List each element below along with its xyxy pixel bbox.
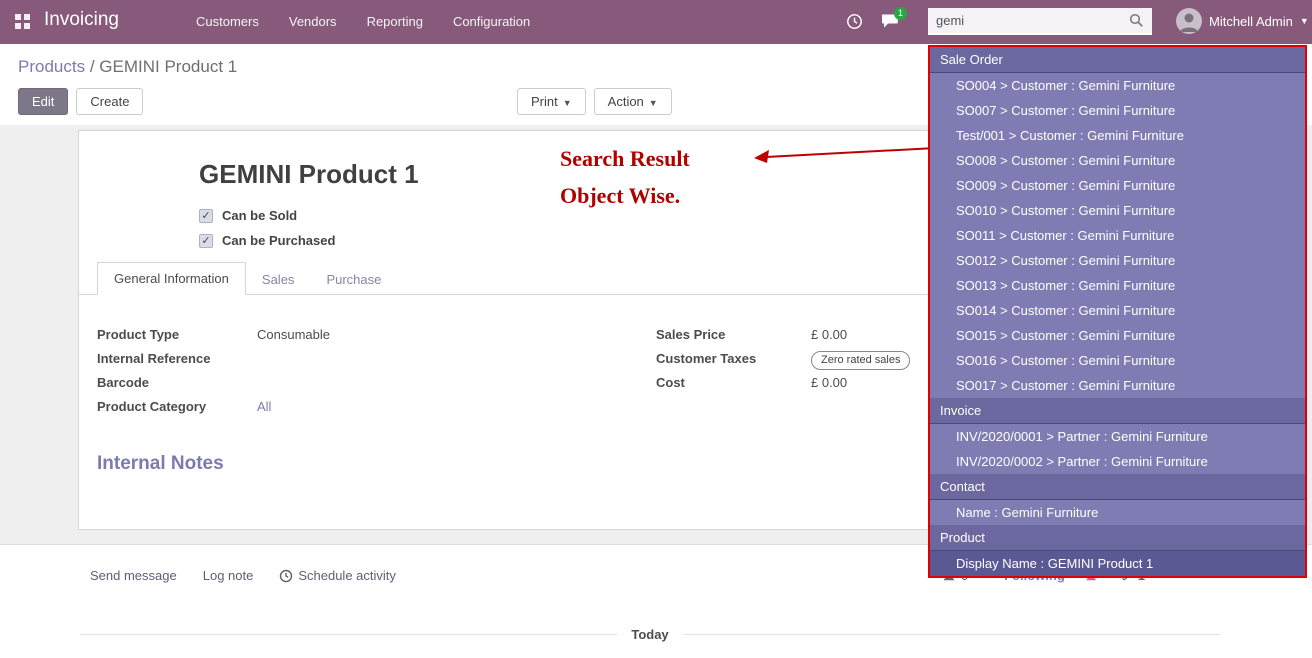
search-group-header-contact: Contact [930,474,1305,500]
field-value-cost: £ 0.00 [811,375,847,390]
checkbox-label: Can be Sold [222,208,297,223]
internal-notes-heading: Internal Notes [97,453,224,475]
edit-button[interactable]: Edit [18,88,68,115]
search-group-header-invoice: Invoice [930,398,1305,424]
app-title[interactable]: Invoicing [44,9,119,31]
checkbox-can-be-purchased[interactable]: ✓ [199,234,213,248]
field-value-customer-taxes: Zero rated sales [811,351,910,370]
user-caret-icon: ▼ [1300,16,1309,26]
main-menu: Customers Vendors Reporting Configuration [196,14,530,29]
search-result-item[interactable]: SO008 > Customer : Gemini Furniture [930,148,1305,173]
search-result-item[interactable]: SO013 > Customer : Gemini Furniture [930,273,1305,298]
checkbox-label: Can be Purchased [222,233,335,248]
search-result-item[interactable]: INV/2020/0001 > Partner : Gemini Furnitu… [930,424,1305,449]
chatter-actions: Send message Log note Schedule activity [90,568,396,583]
send-message-button[interactable]: Send message [90,568,177,583]
search-result-item[interactable]: SO011 > Customer : Gemini Furniture [930,223,1305,248]
form-buttons: Edit Create [18,88,143,115]
search-icon[interactable] [1129,13,1152,28]
action-button[interactable]: Action▼ [594,88,672,115]
print-caret-icon: ▼ [563,98,572,108]
annotation-arrow [752,138,940,170]
field-label-product-type: Product Type [97,327,257,342]
activities-clock-icon[interactable] [846,13,863,35]
annotation-line2: Object Wise. [560,183,680,209]
messages-icon[interactable]: 1 [880,12,900,35]
field-label-barcode: Barcode [97,375,257,390]
user-name: Mitchell Admin [1209,14,1293,29]
user-menu[interactable]: Mitchell Admin ▼ [1176,8,1309,34]
field-label-sales-price: Sales Price [656,327,811,342]
field-value-product-type: Consumable [257,327,330,342]
field-label-product-category: Product Category [97,399,257,414]
print-button[interactable]: Print▼ [517,88,586,115]
search-result-item[interactable]: SO017 > Customer : Gemini Furniture [930,373,1305,398]
breadcrumb-current: GEMINI Product 1 [99,57,237,76]
search-result-item[interactable]: Test/001 > Customer : Gemini Furniture [930,123,1305,148]
breadcrumb-separator: / [90,57,99,76]
top-navbar: Invoicing Customers Vendors Reporting Confi… [0,0,1312,44]
log-note-button[interactable]: Log note [203,568,254,583]
field-value-product-category[interactable]: All [257,399,271,414]
search-result-item[interactable]: SO012 > Customer : Gemini Furniture [930,248,1305,273]
nav-menu-vendors[interactable]: Vendors [289,14,337,29]
user-avatar [1176,8,1202,34]
search-result-item[interactable]: SO016 > Customer : Gemini Furniture [930,348,1305,373]
nav-menu-reporting[interactable]: Reporting [367,14,423,29]
search-result-item[interactable]: SO004 > Customer : Gemini Furniture [930,73,1305,98]
search-result-item[interactable]: INV/2020/0002 > Partner : Gemini Furnitu… [930,449,1305,474]
breadcrumb-products[interactable]: Products [18,57,85,76]
print-action-buttons: Print▼ Action▼ [517,88,672,115]
page: Invoicing Customers Vendors Reporting Confi… [0,0,1312,658]
fields-left-column: Product TypeConsumableInternal Reference… [97,327,527,423]
search-result-item[interactable]: SO015 > Customer : Gemini Furniture [930,323,1305,348]
field-value-sales-price: £ 0.00 [811,327,847,342]
global-search [928,8,1152,35]
action-caret-icon: ▼ [649,98,658,108]
schedule-clock-icon [279,569,293,583]
field-label-customer-taxes: Customer Taxes [656,351,811,366]
search-result-item[interactable]: SO009 > Customer : Gemini Furniture [930,173,1305,198]
search-result-item[interactable]: Name : Gemini Furniture [930,500,1305,525]
annotation-line1: Search Result [560,146,690,172]
today-divider: Today [80,627,1220,642]
global-search-dropdown: Sale OrderSO004 > Customer : Gemini Furn… [928,45,1307,578]
search-result-item[interactable]: Display Name : GEMINI Product 1 [930,551,1305,576]
field-label-cost: Cost [656,375,811,390]
tab-sales[interactable]: Sales [246,264,311,295]
search-result-item[interactable]: SO010 > Customer : Gemini Furniture [930,198,1305,223]
product-flags: ✓ Can be Sold ✓ Can be Purchased [199,203,335,253]
apps-grid-icon[interactable] [14,13,31,35]
product-title: GEMINI Product 1 [199,159,419,190]
nav-menu-customers[interactable]: Customers [196,14,259,29]
checkbox-can-be-sold[interactable]: ✓ [199,209,213,223]
tab-general-information[interactable]: General Information [97,262,246,295]
field-label-internal-reference: Internal Reference [97,351,257,366]
search-group-header-product: Product [930,525,1305,551]
search-result-item[interactable]: SO014 > Customer : Gemini Furniture [930,298,1305,323]
nav-menu-configuration[interactable]: Configuration [453,14,530,29]
search-result-item[interactable]: SO007 > Customer : Gemini Furniture [930,98,1305,123]
search-group-header-sale-order: Sale Order [930,47,1305,73]
create-button[interactable]: Create [76,88,143,115]
search-input[interactable] [928,13,1129,28]
tab-purchase[interactable]: Purchase [310,264,397,295]
messages-badge: 1 [894,7,907,20]
breadcrumb: Products / GEMINI Product 1 [18,57,237,77]
schedule-activity-button[interactable]: Schedule activity [279,568,396,583]
